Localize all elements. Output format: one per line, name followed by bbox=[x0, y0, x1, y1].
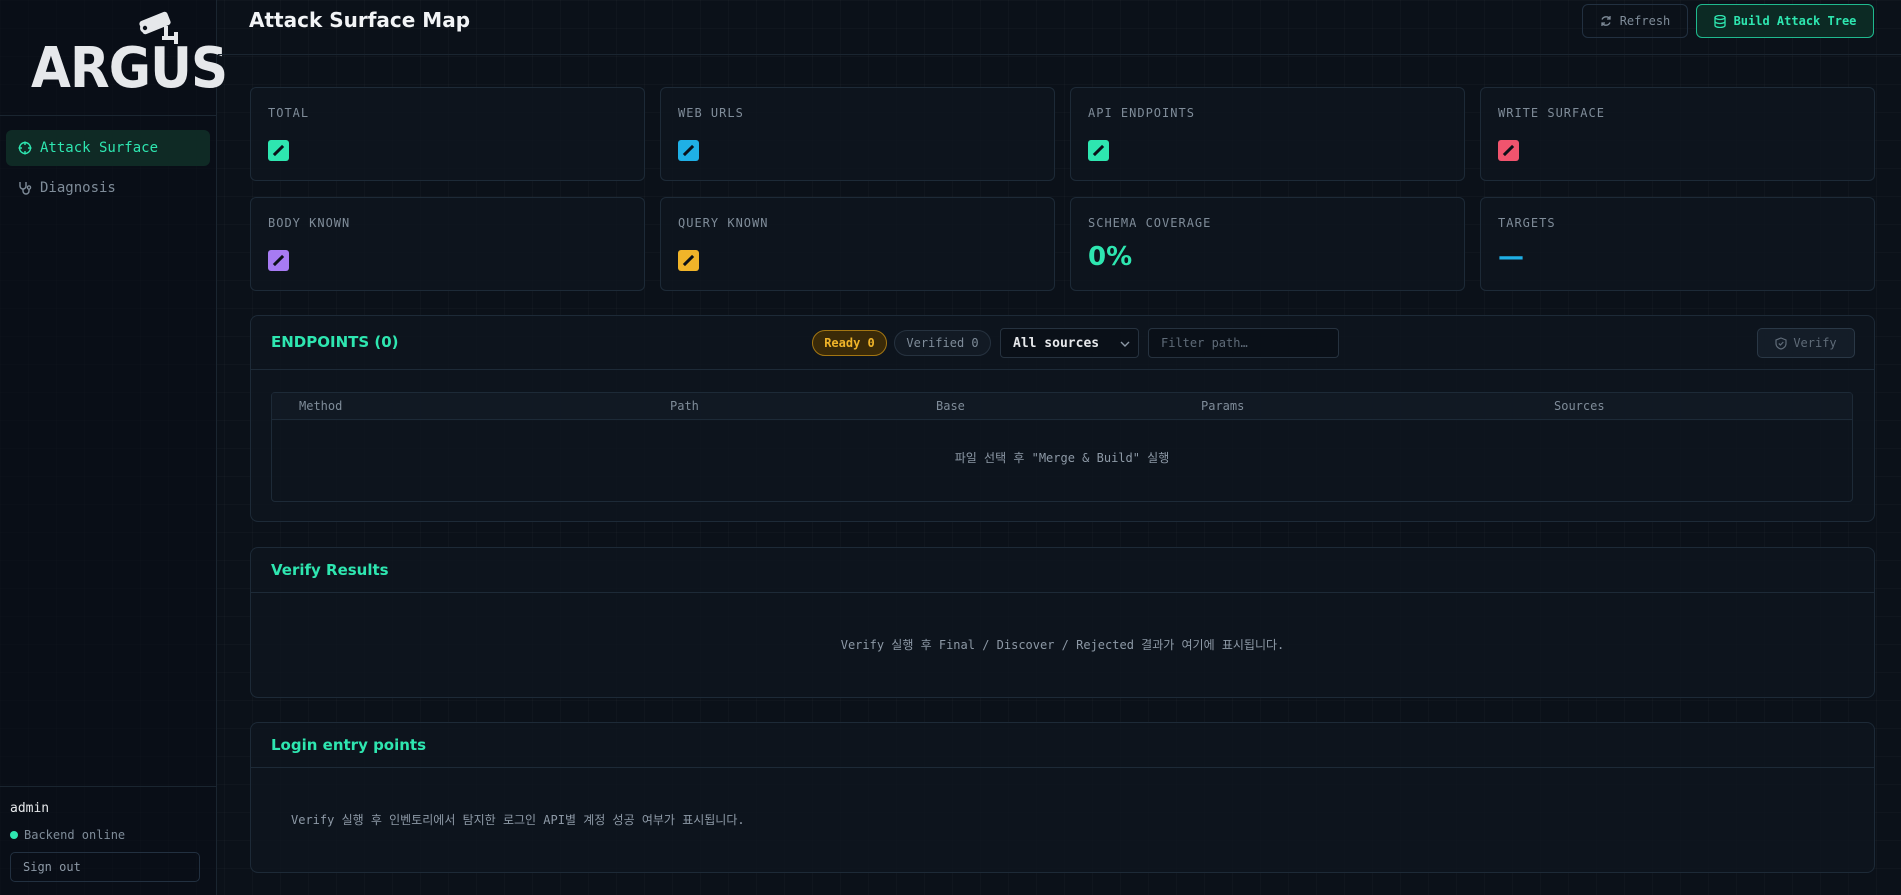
stat-card-write-surface: WRITE SURFACE 0 bbox=[1480, 87, 1875, 181]
build-label: Build Attack Tree bbox=[1733, 14, 1857, 28]
refresh-icon bbox=[1601, 16, 1611, 26]
column-header-sources[interactable]: Sources bbox=[1554, 399, 1605, 413]
stat-card-api-endpoints: API ENDPOINTS 0 bbox=[1070, 87, 1465, 181]
sidebar-nav: Attack Surface Diagnosis bbox=[0, 116, 216, 224]
verified-filter-pill[interactable]: Verified 0 bbox=[894, 330, 991, 356]
sidebar-item-diagnosis[interactable]: Diagnosis bbox=[6, 170, 210, 206]
page-title: Attack Surface Map bbox=[249, 8, 471, 32]
stat-value: 0 bbox=[268, 132, 289, 162]
endpoints-title: ENDPOINTS (0) bbox=[271, 333, 399, 351]
sign-out-button[interactable]: Sign out bbox=[10, 852, 200, 882]
verify-results-panel: Verify Results Verify 실행 후 Final / Disco… bbox=[250, 547, 1875, 698]
username: admin bbox=[10, 801, 50, 816]
stat-card-body-known: BODY KNOWN 0 bbox=[250, 197, 645, 291]
verify-label: Verify bbox=[1793, 336, 1837, 350]
backend-status: Backend online bbox=[10, 828, 207, 842]
stat-label: SCHEMA COVERAGE bbox=[1088, 216, 1212, 230]
endpoints-table: Method Path Base Params Sources 파일 선택 후 … bbox=[271, 392, 1853, 502]
verify-button[interactable]: Verify bbox=[1757, 328, 1855, 358]
logo: ARGUS bbox=[0, 0, 228, 116]
stethoscope-icon bbox=[19, 182, 32, 195]
refresh-button[interactable]: Refresh bbox=[1582, 4, 1688, 38]
stat-value: 0 bbox=[1498, 132, 1519, 162]
filter-path-input[interactable] bbox=[1148, 328, 1339, 358]
stat-value-text: 0 bbox=[678, 140, 699, 161]
page-header: Attack Surface Map Refresh Build Attack … bbox=[218, 0, 1901, 55]
stat-card-total: TOTAL 0 bbox=[250, 87, 645, 181]
stat-value-text: 0 bbox=[1498, 140, 1519, 161]
stat-card-query-known: QUERY KNOWN 0 bbox=[660, 197, 1055, 291]
stat-label: TARGETS bbox=[1498, 216, 1556, 230]
source-select[interactable]: All sources bbox=[1000, 328, 1139, 358]
stat-card-web-urls: WEB URLS 0 bbox=[660, 87, 1055, 181]
stat-label: BODY KNOWN bbox=[268, 216, 351, 230]
stat-card-targets: TARGETS — bbox=[1480, 197, 1875, 291]
shield-check-icon bbox=[1775, 336, 1787, 350]
verify-results-empty-message: Verify 실행 후 Final / Discover / Rejected … bbox=[840, 638, 1285, 652]
chevron-down-icon bbox=[1120, 341, 1130, 347]
login-entry-header: Login entry points bbox=[251, 723, 1874, 768]
endpoints-empty-message: 파일 선택 후 "Merge & Build" 실행 bbox=[954, 451, 1170, 465]
stat-value: 0 bbox=[1088, 132, 1109, 162]
stat-value: 0 bbox=[678, 132, 699, 162]
stat-value-text: 0 bbox=[1088, 140, 1109, 161]
source-select-value: All sources bbox=[1013, 335, 1100, 351]
ready-filter-pill[interactable]: Ready 0 bbox=[812, 330, 887, 356]
stat-label: WEB URLS bbox=[678, 106, 744, 120]
sidebar-item-label: Attack Surface bbox=[40, 140, 159, 156]
build-attack-tree-button[interactable]: Build Attack Tree bbox=[1696, 4, 1874, 38]
sidebar-item-attack-surface[interactable]: Attack Surface bbox=[6, 130, 210, 166]
sidebar: ARGUS Attack Surface Diagnosis admin Bac… bbox=[0, 0, 228, 895]
stat-value: 0 bbox=[268, 242, 289, 272]
column-header-method[interactable]: Method bbox=[299, 399, 342, 413]
table-header: Method Path Base Params Sources bbox=[272, 393, 1852, 420]
database-icon bbox=[1713, 14, 1726, 28]
stat-card-schema-coverage: SCHEMA COVERAGE 0% bbox=[1070, 197, 1465, 291]
main-content: Attack Surface Map Refresh Build Attack … bbox=[218, 0, 1901, 895]
stat-label: WRITE SURFACE bbox=[1498, 106, 1605, 120]
crosshair-icon bbox=[18, 141, 32, 155]
stat-value-text: 0 bbox=[268, 140, 289, 161]
column-header-path[interactable]: Path bbox=[670, 399, 699, 413]
login-entry-panel: Login entry points Verify 실행 후 인벤토리에서 탐지… bbox=[250, 722, 1875, 873]
login-entry-empty-message: Verify 실행 후 인벤토리에서 탐지한 로그인 API별 계정 성공 여부… bbox=[291, 813, 745, 827]
stat-value: — bbox=[1498, 242, 1524, 272]
verify-results-header: Verify Results bbox=[251, 548, 1874, 593]
endpoints-toolbar: ENDPOINTS (0) Ready 0 Verified 0 All sou… bbox=[251, 316, 1874, 370]
status-dot-icon bbox=[10, 831, 18, 839]
stat-label: API ENDPOINTS bbox=[1088, 106, 1195, 120]
sidebar-item-label: Diagnosis bbox=[40, 180, 116, 196]
column-header-base[interactable]: Base bbox=[936, 399, 965, 413]
stat-value-text: 0 bbox=[268, 250, 289, 271]
stat-label: TOTAL bbox=[268, 106, 310, 120]
refresh-label: Refresh bbox=[1619, 14, 1671, 28]
login-entry-title: Login entry points bbox=[271, 736, 427, 754]
backend-status-label: Backend online bbox=[24, 828, 126, 842]
stat-label: QUERY KNOWN bbox=[678, 216, 769, 230]
stat-value-text: 0 bbox=[678, 250, 699, 271]
brand-name: ARGUS bbox=[31, 36, 228, 101]
stat-value: 0% bbox=[1088, 242, 1133, 272]
stat-value: 0 bbox=[678, 242, 699, 272]
column-header-params[interactable]: Params bbox=[1201, 399, 1244, 413]
sidebar-footer: admin Backend online Sign out bbox=[0, 786, 217, 895]
verify-results-title: Verify Results bbox=[271, 561, 389, 579]
endpoints-panel: ENDPOINTS (0) Ready 0 Verified 0 All sou… bbox=[250, 315, 1875, 522]
